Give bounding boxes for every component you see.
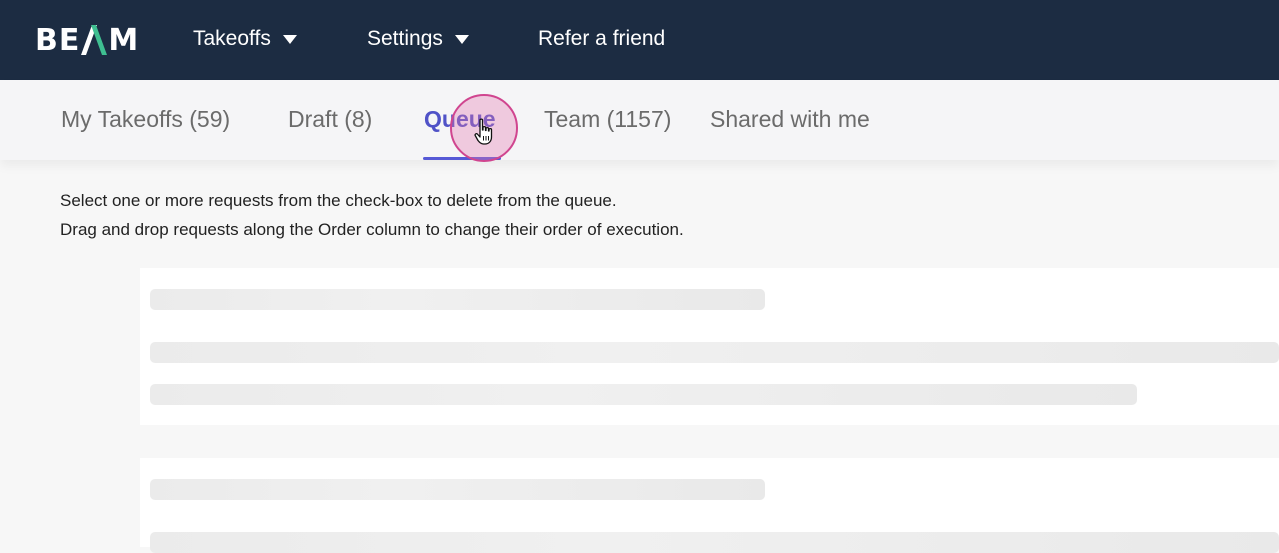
tab-my-takeoffs[interactable]: My Takeoffs (59) [61,106,230,133]
skeleton-line [150,532,1279,553]
instruction-line-2: Drag and drop requests along the Order c… [60,220,684,239]
skeleton-line [150,384,1137,405]
chevron-down-icon [282,34,297,44]
logo-text-right: M [108,22,140,58]
tab-draft[interactable]: Draft (8) [288,106,372,133]
nav-settings-dropdown[interactable]: Settings [367,27,469,51]
skeleton-card [140,458,1279,553]
skeleton-line [150,479,765,500]
queue-instructions: Select one or more requests from the che… [60,186,684,244]
nav-settings-label: Settings [367,27,443,50]
chevron-down-icon [454,34,469,44]
skeleton-card [140,268,1279,425]
instruction-line-1: Select one or more requests from the che… [60,191,617,210]
hand-pointer-icon [474,118,493,145]
logo-a-mark-icon [81,25,108,55]
tab-shared-with-me[interactable]: Shared with me [710,106,870,133]
tab-bar: My Takeoffs (59) Draft (8) Queue Team (1… [0,80,1279,160]
skeleton-line [150,342,1279,363]
tab-team[interactable]: Team (1157) [544,106,671,133]
top-navbar: BE M Takeoffs Settings Refer a friend [0,0,1279,80]
nav-refer-a-friend-link[interactable]: Refer a friend [538,27,665,51]
skeleton-line [150,289,765,310]
nav-takeoffs-dropdown[interactable]: Takeoffs [193,27,297,51]
nav-takeoffs-label: Takeoffs [193,27,271,50]
nav-refer-label: Refer a friend [538,27,666,50]
beam-logo[interactable]: BE M [35,22,139,58]
logo-text-left: BE [35,22,81,58]
